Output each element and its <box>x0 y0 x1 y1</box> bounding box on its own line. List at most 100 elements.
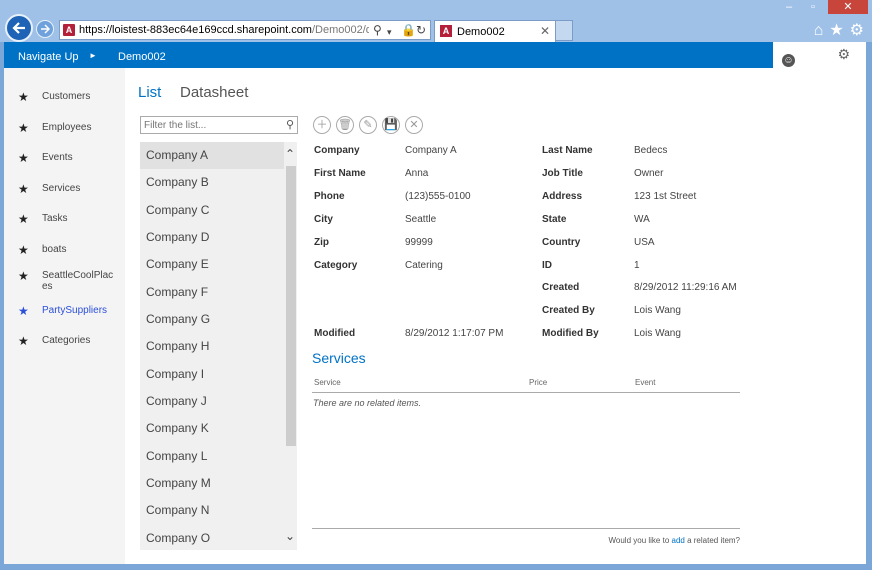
chevron-down-icon[interactable]: ⌄ <box>285 530 295 542</box>
list-item[interactable]: Company E <box>140 251 284 278</box>
list-item[interactable]: Company B <box>140 169 284 196</box>
tab-datasheet-view[interactable]: Datasheet <box>180 84 248 101</box>
favorites-star-icon[interactable]: ★ <box>829 22 843 39</box>
field-label: Company <box>314 145 360 156</box>
search-icon[interactable]: ⚲ <box>286 118 294 131</box>
field-value: 8/29/2012 1:17:07 PM <box>405 328 504 339</box>
filter-input[interactable] <box>144 118 278 132</box>
nav-item-boats[interactable]: ★ boats <box>4 239 125 263</box>
browser-chrome: – ▫ ✕ A https://loistest-883ec64e169ccd.… <box>0 0 872 42</box>
chevron-up-icon[interactable]: ⌃ <box>285 148 295 160</box>
user-area: ☺ ⚙ <box>773 42 866 68</box>
delete-item-icon[interactable]: 🗑 <box>336 116 354 134</box>
save-item-icon[interactable]: 💾 <box>382 116 400 134</box>
field-value: Lois Wang <box>634 305 681 316</box>
list-item[interactable]: Company J <box>140 388 284 415</box>
related-services-title: Services <box>312 350 366 366</box>
dropdown-icon[interactable]: ▾ <box>387 26 392 38</box>
suite-bar: Navigate Up ► Demo002 ☺ ⚙ <box>4 42 866 68</box>
field-value: Lois Wang <box>634 328 681 339</box>
list-item[interactable]: Company M <box>140 470 284 497</box>
divider <box>312 392 740 393</box>
tab-close-icon[interactable]: ✕ <box>540 24 550 38</box>
add-related-suffix: a related item? <box>684 536 740 545</box>
star-icon: ★ <box>18 121 29 135</box>
list-item[interactable]: Company G <box>140 306 284 333</box>
back-button[interactable] <box>5 14 33 42</box>
field-value: USA <box>634 237 655 248</box>
field-value: Anna <box>405 168 429 179</box>
forward-button[interactable] <box>36 20 54 38</box>
list-scrollbar[interactable]: ⌃ ⌄ <box>284 142 297 550</box>
search-icon[interactable]: ⚲ <box>373 24 382 36</box>
field-label: ID <box>542 260 552 271</box>
column-header-service[interactable]: Service <box>314 378 341 387</box>
maximize-button[interactable]: ▫ <box>802 0 824 14</box>
nav-item-label: Employees <box>42 122 92 133</box>
nav-item-categories[interactable]: ★ Categories <box>4 330 125 354</box>
add-related-prefix: Would you like to <box>608 536 672 545</box>
navigate-up-link[interactable]: Navigate Up <box>18 51 79 63</box>
feedback-smiley-icon[interactable]: ☺ <box>782 54 795 67</box>
site-title-link[interactable]: Demo002 <box>118 51 166 63</box>
browser-tab[interactable]: A Demo002 ✕ <box>434 20 556 42</box>
field-label: Country <box>542 237 581 248</box>
field-label: Zip <box>314 237 329 248</box>
list-item[interactable]: Company F <box>140 279 284 306</box>
minimize-button[interactable]: – <box>778 0 800 14</box>
url-text[interactable]: https://loistest-883ec64e169ccd.sharepoi… <box>79 24 369 36</box>
sharepoint-page: Navigate Up ► Demo002 ☺ ⚙ ★ Customers ★ Em… <box>4 42 866 564</box>
star-icon: ★ <box>18 243 29 257</box>
star-icon: ★ <box>18 304 29 318</box>
nav-item-events[interactable]: ★ Events <box>4 147 125 171</box>
scrollbar-thumb[interactable] <box>286 166 296 446</box>
field-value: 99999 <box>405 237 433 248</box>
field-value: WA <box>634 214 650 225</box>
list-item[interactable]: Company O <box>140 525 284 550</box>
list-item[interactable]: Company C <box>140 197 284 224</box>
field-value: 8/29/2012 11:29:16 AM <box>634 282 737 293</box>
nav-item-label: boats <box>42 244 67 255</box>
new-tab-button[interactable] <box>556 20 573 41</box>
cancel-item-icon[interactable]: ✕ <box>405 116 423 134</box>
list-item[interactable]: Company N <box>140 497 284 524</box>
field-label: Phone <box>314 191 345 202</box>
star-icon: ★ <box>18 212 29 226</box>
nav-item-customers[interactable]: ★ Customers <box>4 86 125 110</box>
nav-item-partysuppliers[interactable]: ★ PartySuppliers <box>4 300 125 324</box>
column-header-event[interactable]: Event <box>635 378 655 387</box>
add-item-icon[interactable]: ＋ <box>313 116 331 134</box>
nav-item-services[interactable]: ★ Services <box>4 178 125 202</box>
list-item[interactable]: Company H <box>140 333 284 360</box>
refresh-icon[interactable]: ↻ <box>416 24 426 36</box>
nav-item-label: Events <box>42 152 73 163</box>
column-header-price[interactable]: Price <box>529 378 547 387</box>
tab-list-view[interactable]: List <box>138 84 161 101</box>
window-close-button[interactable]: ✕ <box>828 0 868 14</box>
field-value: (123)555-0100 <box>405 191 471 202</box>
list-item[interactable]: Company L <box>140 443 284 470</box>
field-label: Modified <box>314 328 356 339</box>
site-settings-gear-icon[interactable]: ⚙ <box>837 46 850 63</box>
list-item[interactable]: Company K <box>140 415 284 442</box>
list-item[interactable]: Company I <box>140 361 284 388</box>
field-label: Last Name <box>542 145 593 156</box>
nav-item-label: SeattleCoolPlaces <box>42 270 114 292</box>
home-icon[interactable]: ⌂ <box>814 22 824 39</box>
address-bar[interactable]: A https://loistest-883ec64e169ccd.sharep… <box>59 20 431 40</box>
settings-gear-icon[interactable]: ⚙ <box>850 22 864 39</box>
browser-tools: ⌂ ★ ⚙ <box>808 20 864 40</box>
field-value: Bedecs <box>634 145 668 156</box>
list-item[interactable]: Company D <box>140 224 284 251</box>
field-value: Catering <box>405 260 443 271</box>
field-value: Seattle <box>405 214 437 225</box>
back-arrow-icon <box>12 22 25 34</box>
edit-item-icon[interactable]: ✎ <box>359 116 377 134</box>
nav-item-employees[interactable]: ★ Employees <box>4 117 125 141</box>
nav-item-tasks[interactable]: ★ Tasks <box>4 208 125 232</box>
add-related-link[interactable]: add <box>672 536 685 545</box>
list-item[interactable]: Company A <box>140 142 284 169</box>
lock-icon[interactable]: 🔒 <box>401 24 416 36</box>
nav-item-seattlecoolplaces[interactable]: ★ SeattleCoolPlaces <box>4 265 125 295</box>
breadcrumb-caret-icon: ► <box>89 51 97 60</box>
